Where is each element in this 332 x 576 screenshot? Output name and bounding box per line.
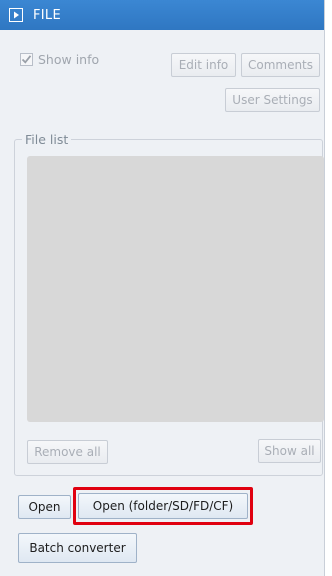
open-button[interactable]: Open [18,495,71,519]
edit-info-button[interactable]: Edit info [171,53,236,77]
show-info-checkbox[interactable] [20,53,33,66]
remove-all-button[interactable]: Remove all [27,440,108,464]
batch-converter-button[interactable]: Batch converter [18,533,137,563]
user-settings-button[interactable]: User Settings [225,88,320,112]
play-icon [9,8,23,22]
file-panel: FILE Show info Edit info Comments User S… [0,0,325,576]
check-icon [21,55,32,64]
panel-title: FILE [33,7,61,23]
title-bar: FILE [0,0,324,30]
comments-button[interactable]: Comments [241,53,320,77]
show-info-label: Show info [38,52,100,67]
file-list-box[interactable] [27,156,324,422]
file-list-label: File list [22,132,72,147]
show-all-button[interactable]: Show all [258,439,321,463]
highlight-box [73,487,253,525]
show-info-option[interactable]: Show info [20,52,99,67]
